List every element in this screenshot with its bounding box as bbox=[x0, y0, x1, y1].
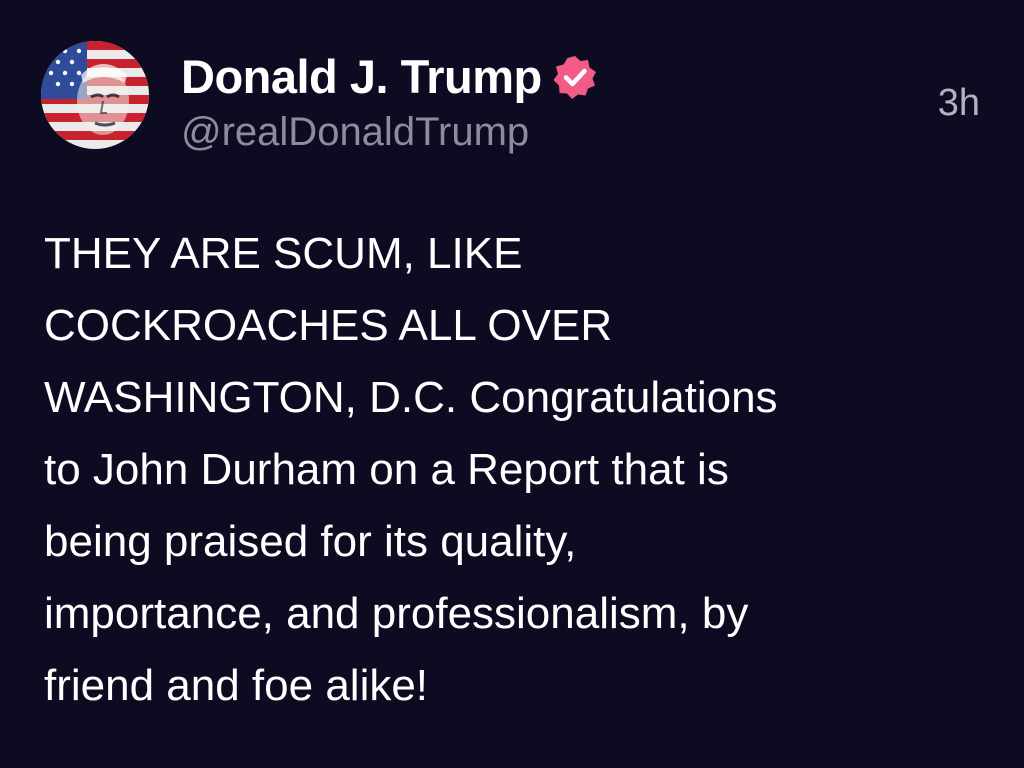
author-avatar[interactable] bbox=[41, 41, 149, 149]
post-text-line: importance, and professionalism, by bbox=[44, 589, 749, 638]
post-text: THEY ARE SCUM, LIKE COCKROACHES ALL OVER… bbox=[44, 218, 994, 722]
avatar-flag-portrait-icon bbox=[41, 41, 149, 149]
post-card: Donald J. Trump @realDonaldTrump 3h THEY… bbox=[0, 0, 1024, 768]
author-name-row: Donald J. Trump bbox=[181, 46, 598, 106]
post-text-line: being praised for its quality, bbox=[44, 517, 577, 566]
post-timestamp[interactable]: 3h bbox=[938, 82, 980, 125]
post-text-line: THEY ARE SCUM, LIKE bbox=[44, 229, 523, 278]
post-text-line: to John Durham on a Report that is bbox=[44, 445, 729, 494]
author-display-name[interactable]: Donald J. Trump bbox=[181, 49, 542, 104]
post-text-line: COCKROACHES ALL OVER bbox=[44, 301, 613, 350]
post-text-line: friend and foe alike! bbox=[44, 661, 429, 710]
verified-badge-icon bbox=[552, 54, 598, 100]
post-text-line: WASHINGTON, D.C. Congratulations bbox=[44, 373, 778, 422]
author-handle[interactable]: @realDonaldTrump bbox=[181, 110, 529, 155]
